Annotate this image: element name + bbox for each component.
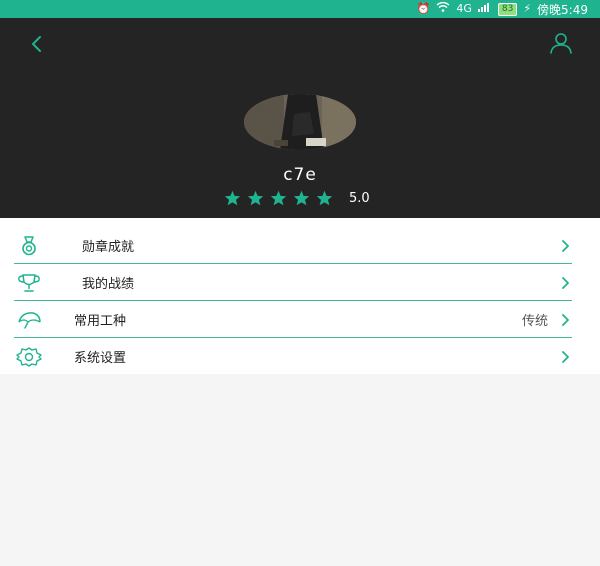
menu-item-achievements[interactable]: 勋章成就 — [14, 227, 572, 264]
menu-item-value: 传统 — [521, 314, 548, 329]
avatar-photo — [244, 94, 356, 150]
signal-icon — [477, 0, 492, 18]
username: c7e — [283, 165, 317, 185]
status-time: 傍晚5:49 — [537, 2, 588, 17]
battery-indicator: 83 — [497, 2, 518, 16]
status-bar: ⏰ 4G 83 ⚡ 傍晚5:49 — [0, 0, 600, 18]
chevron-right-icon — [558, 264, 572, 301]
star-icon — [316, 190, 333, 206]
gear-icon — [14, 346, 44, 368]
star-icon — [247, 190, 264, 206]
wifi-icon — [436, 0, 450, 18]
user-profile-button[interactable] — [548, 30, 574, 56]
user-icon — [550, 33, 572, 54]
menu-item-label: 我的战绩 — [82, 277, 135, 292]
menu-item-records[interactable]: 我的战绩 — [14, 264, 572, 301]
star-icon — [224, 190, 241, 206]
chevron-right-icon — [558, 301, 572, 338]
network-type: 4G — [456, 2, 472, 15]
profile-header: c7e 5.0 — [0, 18, 600, 218]
menu-item-work-type[interactable]: 常用工种 传统 — [14, 301, 572, 338]
trophy-icon — [14, 272, 44, 294]
chevron-left-icon — [32, 36, 41, 52]
star-icon — [293, 190, 310, 206]
menu-item-label: 勋章成就 — [82, 240, 135, 255]
avatar[interactable] — [244, 94, 356, 150]
charging-icon: ⚡ — [523, 2, 532, 15]
umbrella-icon — [14, 309, 44, 331]
menu-item-label: 系统设置 — [74, 351, 127, 366]
menu-item-settings[interactable]: 系统设置 — [14, 338, 572, 375]
chevron-right-icon — [558, 227, 572, 264]
alarm-icon: ⏰ — [416, 2, 431, 15]
medal-icon — [14, 235, 44, 257]
menu-list: 勋章成就 我的战绩 常用工种 传统 系统设置 — [0, 218, 600, 374]
rating: 5.0 — [224, 188, 370, 208]
back-button[interactable] — [24, 32, 48, 56]
star-icon — [270, 190, 287, 206]
menu-item-label: 常用工种 — [74, 314, 127, 329]
rating-score: 5.0 — [349, 190, 370, 206]
chevron-right-icon — [558, 338, 572, 375]
